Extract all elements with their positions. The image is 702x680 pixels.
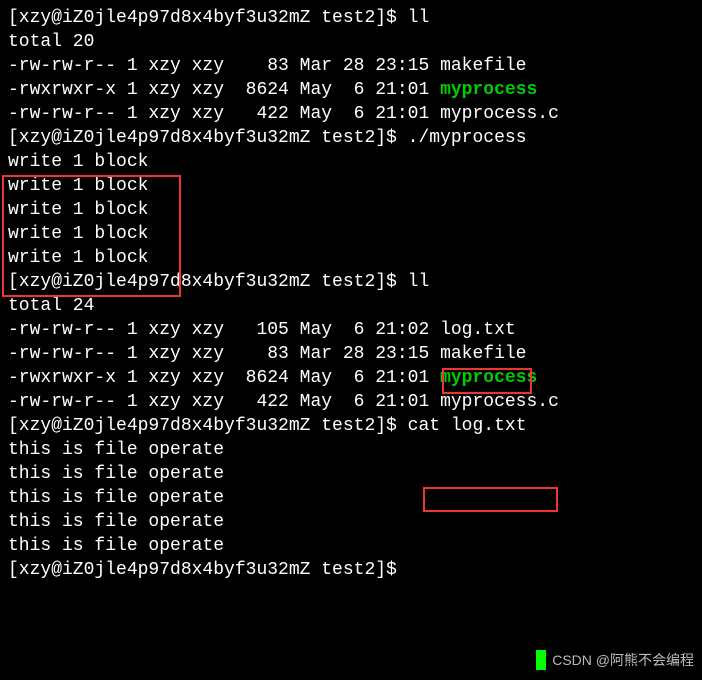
ll-row: -rw-rw-r-- 1 xzy xzy 422 May 6 21:01 myp… [8,102,694,126]
terminal-output: [xzy@iZ0jle4p97d8x4byf3u32mZ test2]$ llt… [8,6,694,582]
prompt-line[interactable]: [xzy@iZ0jle4p97d8x4byf3u32mZ test2]$ ./m… [8,126,694,150]
ll-row: -rw-rw-r-- 1 xzy xzy 83 Mar 28 23:15 mak… [8,54,694,78]
program-output: write 1 block [8,198,694,222]
ll-row: -rw-rw-r-- 1 xzy xzy 83 Mar 28 23:15 mak… [8,342,694,366]
program-output: write 1 block [8,174,694,198]
ll-total: total 24 [8,294,694,318]
prompt-line[interactable]: [xzy@iZ0jle4p97d8x4byf3u32mZ test2]$ [8,558,694,582]
program-output: write 1 block [8,246,694,270]
cat-output: this is file operate [8,534,694,558]
program-output: write 1 block [8,150,694,174]
prompt-line[interactable]: [xzy@iZ0jle4p97d8x4byf3u32mZ test2]$ cat… [8,414,694,438]
cursor-icon [536,650,546,670]
ll-row: -rwxrwxr-x 1 xzy xzy 8624 May 6 21:01 my… [8,78,694,102]
prompt-line[interactable]: [xzy@iZ0jle4p97d8x4byf3u32mZ test2]$ ll [8,270,694,294]
ll-row: -rwxrwxr-x 1 xzy xzy 8624 May 6 21:01 my… [8,366,694,390]
prompt-line[interactable]: [xzy@iZ0jle4p97d8x4byf3u32mZ test2]$ ll [8,6,694,30]
cat-output: this is file operate [8,486,694,510]
ll-row: -rw-rw-r-- 1 xzy xzy 105 May 6 21:02 log… [8,318,694,342]
ll-row: -rw-rw-r-- 1 xzy xzy 422 May 6 21:01 myp… [8,390,694,414]
watermark-text: CSDN @阿熊不会编程 [552,648,694,672]
watermark: CSDN @阿熊不会编程 [536,648,694,672]
ll-total: total 20 [8,30,694,54]
cat-output: this is file operate [8,510,694,534]
cat-output: this is file operate [8,438,694,462]
program-output: write 1 block [8,222,694,246]
cat-output: this is file operate [8,462,694,486]
